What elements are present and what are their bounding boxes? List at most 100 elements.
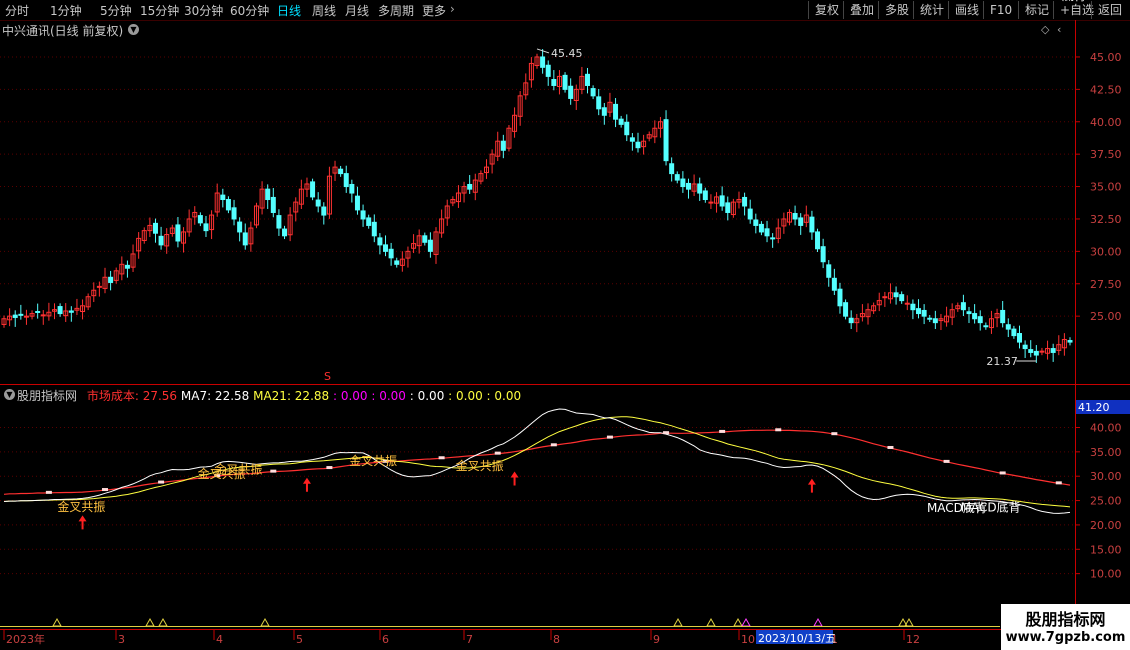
candle-body [534,56,540,67]
candle-body [657,121,663,129]
cost-marker [494,451,501,455]
candle-body [113,270,119,281]
candle-body [186,218,192,233]
period-toolbar: 分时 1分钟 5分钟 15分钟 30分钟 60分钟 日线 周线 月线 多周期 更… [0,0,1130,21]
candle-body [164,234,170,247]
candle-body [192,211,198,218]
candle-body [478,173,484,182]
mark-button[interactable]: 标记 [1018,1,1055,19]
candle-body [736,199,742,203]
statistics-button[interactable]: 统计 [913,1,950,19]
candle-body [977,316,983,324]
f10-button[interactable]: F10 [983,1,1018,19]
candle-body [108,276,114,283]
candle-body [887,292,893,300]
candle-body [450,199,456,204]
candle-body [618,118,624,125]
candle-body [988,318,994,329]
candle-body [702,190,708,201]
chevron-down-icon[interactable]: ▼ [128,24,139,35]
candle-body [461,186,467,194]
candle-body [124,264,130,269]
candle-body [225,199,231,211]
candle-body [669,163,675,175]
candle-body [343,173,349,188]
signal-triangle-icon [741,617,751,627]
candle-body [697,183,703,194]
tab-15min[interactable]: 15分钟 [140,2,179,19]
ma21-line [3,416,1071,508]
tab-30min[interactable]: 30分钟 [184,2,223,19]
tab-weekly[interactable]: 周线 [312,2,336,19]
candle-body [1039,350,1045,353]
candle-body [422,235,428,243]
price-tick-label: 25.00 [1090,310,1122,323]
candle-body [158,235,164,246]
candle-body [994,313,1000,319]
candle-body [517,95,523,117]
candle-body [624,121,630,136]
candle-body [40,314,46,317]
candle-body [152,222,158,234]
indicator-grid [0,426,1075,575]
tab-1min[interactable]: 1分钟 [50,2,82,19]
tab-5min[interactable]: 5分钟 [100,2,132,19]
candle-body [136,237,142,252]
candle-body [837,288,843,307]
candle-body [332,166,338,174]
diamond-icon[interactable]: ◇ [1041,23,1049,36]
candle-body [326,175,332,215]
candle-body [506,127,512,149]
tab-60min[interactable]: 60分钟 [230,2,269,19]
legend-item: : 0.00 [371,389,410,403]
candle-body [119,263,125,275]
candle-body [854,318,860,324]
draw-line-button[interactable]: 画线 [948,1,985,19]
tab-multi-period[interactable]: 多周期 [378,2,414,19]
candle-body [68,310,74,313]
candle-body [91,289,97,297]
legend-item: MA7: 22.58 [180,389,254,403]
indicator-tick-label: 20.00 [1090,519,1122,532]
signal-label: MACD底背 [961,499,1021,514]
indicator-title[interactable]: 股朋指标网 [17,389,77,403]
candle-body [674,174,680,181]
back-button[interactable]: 返回 [1091,1,1128,19]
legend-item: : 0.00 [332,389,372,403]
signal-label: 金叉共振 [57,499,105,514]
candle-body [427,239,433,252]
candle-body [433,231,439,255]
candle-body [276,215,282,229]
chart-canvas: 45.4521.37S 金叉共振金叉共振金叉共振金叉共振 金叉共振MACD底背MA… [0,0,1130,650]
price-tick-label: 30.00 [1090,245,1122,258]
tab-intraday[interactable]: 分时 [5,2,29,19]
candle-body [910,303,916,311]
cost-marker [158,480,165,484]
tab-monthly[interactable]: 月线 [345,2,369,19]
cost-marker [1055,481,1062,485]
candle-body [259,188,265,209]
cost-marker [606,435,613,439]
tab-daily[interactable]: 日线 [277,2,301,19]
price-tick-label: 40.00 [1090,116,1122,129]
chevron-right-icon[interactable]: › [450,2,455,16]
candle-body [399,258,405,266]
candle-body [568,85,574,99]
buy-arrow-icon [510,471,519,486]
candle-body [1045,348,1051,354]
adjust-button[interactable]: 复权 [808,1,845,19]
candle-body [786,211,792,223]
candle-body [865,309,871,318]
candle-body [394,260,400,265]
candle-body [876,300,882,306]
overlay-button[interactable]: 叠加 [843,1,880,19]
candle-body [1,318,7,325]
candle-body [826,264,832,278]
multi-stock-button[interactable]: 多股 [878,1,915,19]
tab-more[interactable]: 更多 [422,2,446,19]
chevron-left-icon[interactable]: ‹ [1057,23,1061,36]
candle-body [63,310,69,317]
candle-body [719,195,725,207]
chevron-down-icon[interactable]: ▼ [4,389,15,400]
candle-body [714,196,720,204]
